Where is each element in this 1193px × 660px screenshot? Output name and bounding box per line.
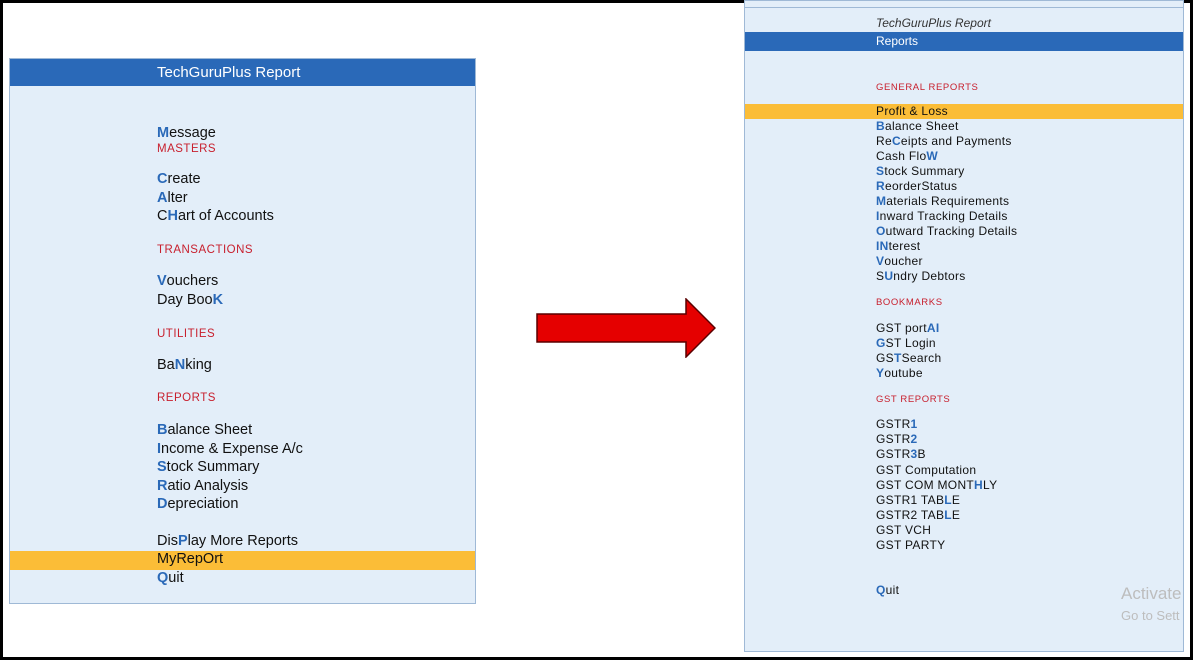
menu-item[interactable]: Quit — [157, 570, 184, 586]
menu-item[interactable]: CHart of Accounts — [157, 208, 274, 224]
menu-item[interactable]: Alter — [157, 190, 188, 206]
right-arrow-icon — [536, 298, 716, 358]
gateway-title: TechGuruPlus Report — [10, 59, 475, 86]
section-heading: BOOKMARKS — [876, 297, 943, 308]
hotkey-letter: D — [157, 496, 168, 512]
hotkey-letter: L — [944, 508, 952, 522]
hotkey-letter: IN — [876, 239, 889, 253]
menu-item[interactable]: GSTR2 TABLE — [876, 508, 960, 522]
hotkey-letter: S — [157, 459, 167, 475]
hotkey-letter: R — [876, 179, 885, 193]
section-heading: TRANSACTIONS — [157, 244, 254, 256]
menu-item[interactable]: GSTR1 TABLE — [876, 493, 960, 507]
menu-item[interactable]: GSTR1 — [876, 417, 918, 431]
menu-item[interactable]: Profit & Loss — [876, 104, 948, 118]
hotkey-letter: 1 — [910, 417, 918, 431]
menu-item[interactable]: Message — [157, 125, 216, 141]
menu-item[interactable]: Stock Summary — [157, 459, 259, 475]
menu-item[interactable]: SUndry Debtors — [876, 269, 966, 283]
menu-item[interactable]: Outward Tracking Details — [876, 224, 1017, 238]
menu-item[interactable]: Balance Sheet — [876, 119, 959, 133]
hotkey-letter: 2 — [910, 432, 918, 446]
menu-item[interactable]: Depreciation — [157, 496, 238, 512]
section-heading: MASTERS — [157, 143, 217, 155]
section-heading: REPORTS — [157, 392, 216, 404]
hotkey-letter: G — [876, 336, 886, 350]
menu-item[interactable]: Day BooK — [157, 292, 223, 308]
menu-item[interactable]: Youtube — [876, 366, 923, 380]
hotkey-letter: M — [157, 125, 170, 141]
hotkey-letter: C — [157, 171, 168, 187]
hotkey-letter: U — [884, 269, 894, 283]
hotkey-letter: L — [944, 493, 952, 507]
hotkey-letter: R — [157, 478, 168, 494]
menu-item[interactable]: ReorderStatus — [876, 179, 957, 193]
selected-item-highlight — [745, 104, 1183, 119]
menu-item[interactable]: Inward Tracking Details — [876, 209, 1008, 223]
section-heading: GENERAL REPORTS — [876, 82, 979, 93]
menu-item[interactable]: Income & Expense A/c — [157, 441, 303, 457]
menu-item[interactable]: Vouchers — [157, 273, 218, 289]
hotkey-letter: B — [876, 119, 885, 133]
menu-item[interactable]: Materials Requirements — [876, 194, 1009, 208]
menu-item[interactable]: GST Computation — [876, 463, 976, 477]
menu-item[interactable]: Voucher — [876, 254, 923, 268]
hotkey-letter: N — [174, 357, 186, 373]
hotkey-letter: A — [157, 190, 168, 206]
menu-item[interactable]: BaNking — [157, 357, 212, 373]
menu-item[interactable]: DisPlay More Reports — [157, 533, 298, 549]
menu-item[interactable]: Quit — [876, 583, 899, 597]
menu-item[interactable]: GSTSearch — [876, 351, 941, 365]
hotkey-letter: V — [157, 273, 167, 289]
hotkey-letter: H — [167, 208, 178, 224]
hotkey-letter: M — [876, 194, 887, 208]
reports-title: Reports — [745, 32, 1183, 51]
section-heading: UTILITIES — [157, 328, 216, 340]
hotkey-letter: Q — [876, 583, 886, 597]
hotkey-letter: O — [876, 224, 886, 238]
menu-item[interactable]: Cash FloW — [876, 149, 938, 163]
hotkey-letter: B — [157, 422, 168, 438]
selected-item-highlight — [10, 551, 475, 570]
reports-subtitle: TechGuruPlus Report — [876, 16, 991, 30]
section-heading: GST REPORTS — [876, 394, 951, 405]
hotkey-letter: P — [177, 533, 188, 549]
menu-item[interactable]: Create — [157, 171, 201, 187]
hotkey-letter: Q — [157, 570, 169, 586]
menu-item[interactable]: GST VCH — [876, 523, 931, 537]
hotkey-letter: W — [926, 149, 939, 163]
menu-item[interactable]: INterest — [876, 239, 920, 253]
reports-menu-panel: TechGuruPlus Report Reports GENERAL REPO… — [744, 0, 1184, 652]
activation-watermark-sub: Go to Sett — [1121, 608, 1180, 623]
menu-item[interactable]: GST PARTY — [876, 538, 945, 552]
menu-item[interactable]: MyRepOrt — [157, 551, 223, 567]
hotkey-letter: AI — [926, 321, 940, 335]
menu-item[interactable]: Ratio Analysis — [157, 478, 248, 494]
menu-item[interactable]: GST portAI — [876, 321, 939, 335]
menu-item[interactable]: Balance Sheet — [157, 422, 252, 438]
menu-item[interactable]: GST Login — [876, 336, 936, 350]
hotkey-letter: 3 — [910, 447, 918, 461]
activation-watermark: Activate — [1121, 584, 1182, 603]
hotkey-letter: K — [212, 292, 224, 308]
menu-item[interactable]: ReCeipts and Payments — [876, 134, 1012, 148]
menu-item[interactable]: GSTR2 — [876, 432, 918, 446]
menu-item[interactable]: Stock Summary — [876, 164, 965, 178]
hotkey-letter: C — [891, 134, 901, 148]
menu-item[interactable]: GST COM MONTHLY — [876, 478, 997, 492]
gateway-menu-panel: TechGuruPlus Report Message MASTERS Create… — [9, 58, 476, 604]
hotkey-letter: T — [893, 351, 902, 365]
menu-item[interactable]: GSTR3B — [876, 447, 926, 461]
hotkey-letter: H — [974, 478, 984, 492]
